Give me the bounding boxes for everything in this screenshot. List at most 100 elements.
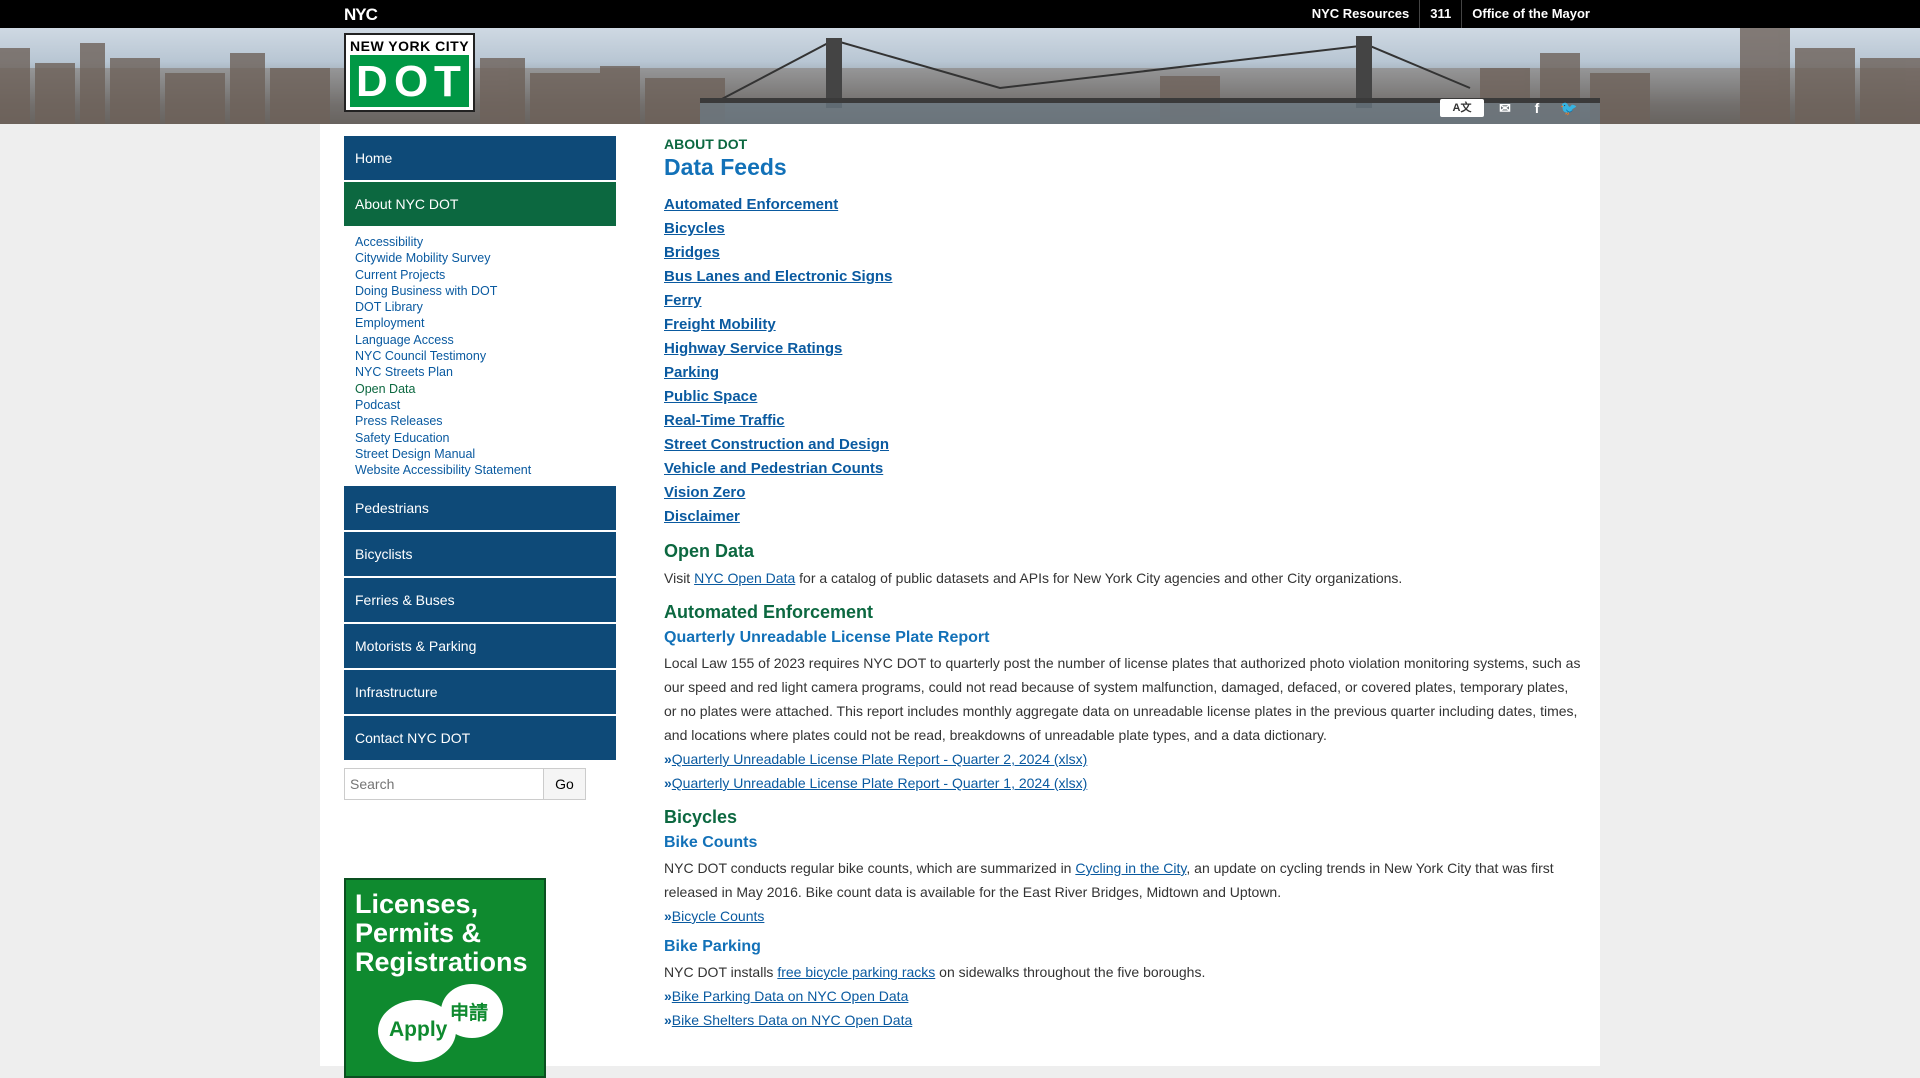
text-span: Visit	[664, 570, 695, 586]
search-input[interactable]	[344, 768, 544, 801]
speech-bubble-icon: Apply	[378, 1000, 456, 1062]
top-bar: NYC NYC Resources 311 Office of the Mayo…	[0, 0, 1920, 28]
feed-link[interactable]: Street Construction and Design	[664, 433, 1584, 457]
apply-label: Apply	[389, 1018, 448, 1041]
download-link-row: »Quarterly Unreadable License Plate Repo…	[664, 771, 1584, 795]
bicycles-heading: Bicycles	[664, 807, 738, 827]
feed-link[interactable]: Highway Service Ratings	[664, 337, 1584, 361]
download-link-row: »Bike Shelters Data on NYC Open Data	[664, 1008, 1584, 1032]
social-icons: A文 ✉ f 🐦	[1440, 99, 1580, 117]
unreadable-plate-report-heading: Quarterly Unreadable License Plate Repor…	[664, 629, 990, 646]
facebook-icon[interactable]: f	[1526, 99, 1548, 117]
subnav-accessibility[interactable]: Accessibility	[355, 234, 616, 250]
nav-about-nyc-dot[interactable]: About NYC DOT	[344, 182, 616, 226]
subnav-employment[interactable]: Employment	[355, 315, 616, 331]
nav-bicyclists[interactable]: Bicyclists	[344, 532, 616, 577]
feed-link[interactable]: Automated Enforcement	[664, 193, 1584, 217]
bike-counts-heading: Bike Counts	[664, 834, 758, 851]
logo-text: NEW YORK CITY	[350, 38, 470, 54]
bike-parking-data-link[interactable]: Bike Parking Data on NYC Open Data	[672, 988, 909, 1004]
subnav-press-releases[interactable]: Press Releases	[355, 413, 616, 429]
open-data-heading: Open Data	[664, 541, 755, 561]
feed-link[interactable]: Ferry	[664, 289, 1584, 313]
logo-letter-o: O	[394, 57, 429, 106]
text-span: on sidewalks throughout the five borough…	[935, 964, 1206, 980]
search-go-button[interactable]: Go	[544, 768, 586, 801]
promo-title-line: Permits &	[355, 918, 482, 948]
nav-contact[interactable]: Contact NYC DOT	[344, 716, 616, 761]
feed-link[interactable]: Freight Mobility	[664, 313, 1584, 337]
download-link-row: »Bicycle Counts	[664, 904, 1584, 928]
subnav-open-data[interactable]: Open Data	[355, 381, 616, 397]
email-icon[interactable]: ✉	[1494, 99, 1516, 117]
licenses-permits-promo[interactable]: Licenses, Permits & Registrations 申請 App…	[344, 878, 546, 1078]
nav-home[interactable]: Home	[344, 136, 616, 180]
nyc-dot-logo[interactable]: NEW YORK CITY D O T	[344, 33, 475, 112]
bike-racks-link[interactable]: free bicycle parking racks	[777, 964, 935, 980]
feed-link[interactable]: Bridges	[664, 241, 1584, 265]
search-form: Go	[344, 768, 616, 801]
subnav-council-testimony[interactable]: NYC Council Testimony	[355, 348, 616, 364]
feed-link[interactable]: Disclaimer	[664, 505, 1584, 529]
office-of-mayor-link[interactable]: Office of the Mayor	[1461, 0, 1600, 28]
subnav-street-design-manual[interactable]: Street Design Manual	[355, 446, 616, 462]
open-data-text: Visit NYC Open Data for a catalog of pub…	[664, 566, 1584, 590]
arrow-icon: »	[664, 751, 672, 767]
subnav-accessibility-statement[interactable]: Website Accessibility Statement	[355, 462, 616, 478]
subnav-dot-library[interactable]: DOT Library	[355, 299, 616, 315]
feed-link-list: Automated Enforcement Bicycles Bridges B…	[664, 193, 1584, 529]
subnav-streets-plan[interactable]: NYC Streets Plan	[355, 364, 616, 380]
nav-ferries-buses[interactable]: Ferries & Buses	[344, 578, 616, 623]
about-subnav: Accessibility Citywide Mobility Survey C…	[344, 228, 616, 486]
arrow-icon: »	[664, 1012, 672, 1028]
section-eyebrow: ABOUT DOT	[664, 136, 748, 152]
skyline-banner	[0, 28, 1920, 124]
nyc-open-data-link[interactable]: NYC Open Data	[694, 570, 795, 586]
download-link-row: »Bike Parking Data on NYC Open Data	[664, 984, 1584, 1008]
promo-title-line: Licenses,	[355, 889, 479, 919]
promo-title-line: Registrations	[355, 947, 528, 977]
feed-link[interactable]: Vehicle and Pedestrian Counts	[664, 457, 1584, 481]
feed-link[interactable]: Vision Zero	[664, 481, 1584, 505]
nav-infrastructure[interactable]: Infrastructure	[344, 670, 616, 715]
skyline-illustration	[0, 28, 1920, 124]
sidebar: Home About NYC DOT Accessibility Citywid…	[344, 136, 616, 1078]
promo-title: Licenses, Permits & Registrations	[355, 890, 528, 977]
text-span: NYC DOT installs	[664, 964, 778, 980]
bike-counts-text: NYC DOT conducts regular bike counts, wh…	[664, 856, 1584, 904]
arrow-icon: »	[664, 988, 672, 1004]
311-link[interactable]: 311	[1419, 0, 1461, 28]
feed-link[interactable]: Public Space	[664, 385, 1584, 409]
page-content: Home About NYC DOT Accessibility Citywid…	[320, 124, 1600, 1078]
subnav-language-access[interactable]: Language Access	[355, 332, 616, 348]
bike-parking-heading: Bike Parking	[664, 938, 761, 955]
top-links: NYC Resources 311 Office of the Mayor	[1302, 0, 1600, 28]
cycling-in-city-link[interactable]: Cycling in the City	[1075, 860, 1186, 876]
q2-2024-report-link[interactable]: Quarterly Unreadable License Plate Repor…	[672, 751, 1088, 767]
nyc-resources-link[interactable]: NYC Resources	[1302, 0, 1420, 28]
subnav-safety-education[interactable]: Safety Education	[355, 430, 616, 446]
bicycle-counts-link[interactable]: Bicycle Counts	[672, 908, 765, 924]
arrow-icon: »	[664, 775, 672, 791]
logo-dot-box: D O T	[350, 55, 469, 107]
logo-letter-t: T	[434, 57, 461, 106]
automated-enforcement-heading: Automated Enforcement	[664, 602, 874, 622]
bike-shelters-data-link[interactable]: Bike Shelters Data on NYC Open Data	[672, 1012, 912, 1028]
q1-2024-report-link[interactable]: Quarterly Unreadable License Plate Repor…	[672, 775, 1088, 791]
subnav-doing-business[interactable]: Doing Business with DOT	[355, 283, 616, 299]
feed-link[interactable]: Parking	[664, 361, 1584, 385]
subnav-current-projects[interactable]: Current Projects	[355, 267, 616, 283]
apply-cn-label: 申請	[450, 1003, 489, 1024]
nav-pedestrians[interactable]: Pedestrians	[344, 486, 616, 531]
logo-letter-d: D	[356, 57, 388, 106]
translate-icon[interactable]: A文	[1440, 99, 1484, 117]
feed-link[interactable]: Real-Time Traffic	[664, 409, 1584, 433]
feed-link[interactable]: Bicycles	[664, 217, 1584, 241]
feed-link[interactable]: Bus Lanes and Electronic Signs	[664, 265, 1584, 289]
nyc-logo[interactable]: NYC	[344, 5, 378, 25]
subnav-podcast[interactable]: Podcast	[355, 397, 616, 413]
nav-motorists-parking[interactable]: Motorists & Parking	[344, 624, 616, 669]
subnav-mobility-survey[interactable]: Citywide Mobility Survey	[355, 250, 616, 266]
twitter-icon[interactable]: 🐦	[1558, 99, 1580, 117]
arrow-icon: »	[664, 908, 672, 924]
